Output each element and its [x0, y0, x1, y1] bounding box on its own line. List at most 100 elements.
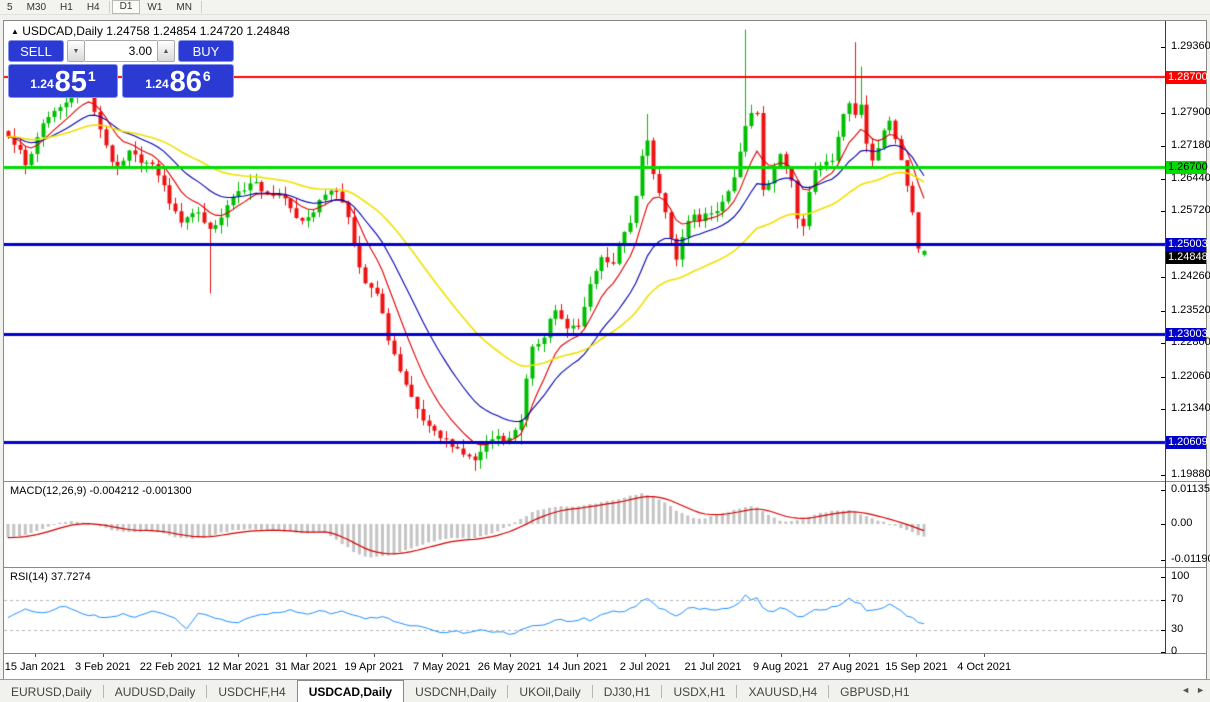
sell-price-main: 85: [54, 66, 87, 98]
tab-XAUUSD-H4[interactable]: XAUUSD,H4: [737, 680, 828, 702]
date-tick-mark: [780, 654, 782, 657]
buy-price-pip: 6: [202, 68, 211, 84]
time-axis-border: [4, 653, 1206, 654]
timeframe-button-MN[interactable]: MN: [169, 1, 199, 14]
macd-tick-mark: [1161, 559, 1165, 561]
buy-price-main: 86: [169, 66, 202, 98]
chart-window: ▲ USDCAD,Daily 1.24758 1.24854 1.24720 1…: [3, 20, 1210, 680]
rsi-tick-mark: [1161, 577, 1165, 578]
chart-tab-bar: ◄ ► EURUSD,Daily AUDUSD,Daily USDCHF,H4 USD…: [0, 679, 1210, 702]
price-tick-mark: [1161, 474, 1165, 476]
price-badge-126700: 1.26700: [1166, 161, 1208, 175]
date-tick-mark: [35, 654, 36, 657]
rsi-label: RSI(14) 37.7274: [10, 571, 91, 583]
macd-tick-mark: [1161, 490, 1165, 491]
date-label: 2 Jul 2021: [619, 661, 671, 673]
price-tick-mark: [1161, 113, 1165, 115]
price-tick-label: 1.27180: [1171, 138, 1210, 151]
date-label: 15 Jan 2021: [4, 661, 66, 673]
toolbar-separator: [108, 1, 110, 13]
panel-splitter-rsi[interactable]: [4, 567, 1206, 568]
price-tick-mark: [1161, 343, 1165, 345]
price-tick-label: 1.23520: [1171, 303, 1210, 316]
date-label: 15 Sep 2021: [885, 661, 948, 673]
price-tick-label: 1.29360: [1171, 40, 1210, 53]
price-tick-label: 1.19880: [1171, 467, 1210, 480]
volume-stepper: ▼ ▲: [67, 40, 175, 62]
price-tick-label: 1.22060: [1171, 369, 1210, 382]
date-tick-mark: [374, 654, 375, 657]
timeframe-button-M30[interactable]: M30: [20, 1, 53, 14]
date-label: 7 May 2021: [413, 661, 471, 673]
rsi-tick-mark: [1161, 599, 1165, 601]
tab-USDCNH-Daily[interactable]: USDCNH,Daily: [404, 680, 507, 702]
tab-USDX-H1[interactable]: USDX,H1: [662, 680, 736, 702]
sell-button[interactable]: SELL: [8, 40, 64, 62]
volume-input[interactable]: [85, 40, 157, 62]
chevron-down-icon: ▼: [72, 47, 80, 55]
sell-price-pip: 1: [87, 68, 96, 84]
date-tick-mark: [306, 654, 308, 657]
toolbar-separator: [200, 1, 202, 13]
chart-title: ▲ USDCAD,Daily 1.24758 1.24854 1.24720 1…: [11, 24, 290, 38]
date-label: 14 Jun 2021: [547, 661, 608, 673]
macd-tick-label: 0.00: [1171, 517, 1193, 529]
price-tick-mark: [1161, 145, 1165, 147]
panel-splitter-macd[interactable]: [4, 481, 1206, 482]
date-label: 27 Aug 2021: [817, 661, 880, 673]
chart-symbol-period: USDCAD,Daily: [22, 24, 103, 38]
date-label: 4 Oct 2021: [957, 661, 1012, 673]
price-tick-mark: [1161, 211, 1165, 213]
date-tick-mark: [238, 654, 240, 657]
tab-EURUSD-Daily[interactable]: EURUSD,Daily: [0, 680, 103, 702]
mt4-terminal: 5 M30 H1 H4 D1 W1 MN ▲ USDCAD,Daily 1.24758 1.…: [0, 0, 1210, 702]
date-label: 26 May 2021: [477, 661, 542, 673]
rsi-tick-label: 30: [1171, 622, 1184, 635]
date-tick-mark: [984, 654, 986, 657]
date-tick-mark: [509, 654, 511, 657]
timeframe-button-5[interactable]: 5: [0, 1, 20, 14]
timeframe-button-H1[interactable]: H1: [53, 1, 80, 14]
price-tick-label: 1.24260: [1171, 270, 1210, 283]
tab-USDCAD-Daily[interactable]: USDCAD,Daily: [296, 680, 405, 702]
tab-GBPUSD-H1[interactable]: GBPUSD,H1: [829, 680, 920, 702]
timeframe-button-H4[interactable]: H4: [80, 1, 107, 14]
date-tick-mark: [848, 654, 850, 657]
tab-UKOil-Daily[interactable]: UKOil,Daily: [508, 680, 591, 702]
date-label: 3 Feb 2021: [74, 661, 131, 673]
price-tick-label: 1.21340: [1171, 402, 1210, 414]
tab-AUDUSD-Daily[interactable]: AUDUSD,Daily: [104, 680, 207, 702]
rsi-indicator-canvas[interactable]: [4, 568, 1165, 653]
chart-expand-icon[interactable]: ▲: [11, 27, 19, 36]
timeframe-button-W1[interactable]: W1: [140, 1, 169, 14]
price-tick-mark: [1161, 409, 1165, 410]
price-badge-123003: 1.23003: [1166, 327, 1208, 341]
date-label: 19 Apr 2021: [344, 661, 404, 673]
price-badge-128700: 1.28700: [1166, 71, 1208, 84]
price-tick-label: 1.25720: [1171, 204, 1210, 217]
date-label: 9 Aug 2021: [752, 661, 809, 673]
chart-ohlc-values: 1.24758 1.24854 1.24720 1.24848: [106, 24, 290, 38]
rsi-tick-mark: [1161, 652, 1165, 653]
buy-price-display[interactable]: 1.24 86 6: [122, 64, 234, 98]
price-tick-mark: [1161, 47, 1165, 49]
date-label: 22 Feb 2021: [139, 661, 202, 673]
volume-decrease-button[interactable]: ▼: [67, 40, 85, 62]
price-tick-mark: [1161, 376, 1165, 378]
buy-button[interactable]: BUY: [178, 40, 234, 62]
sell-price-display[interactable]: 1.24 85 1: [8, 64, 118, 98]
date-label: 31 Mar 2021: [275, 661, 338, 673]
rsi-tick-label: 70: [1171, 592, 1184, 605]
rsi-tick-label: 100: [1171, 570, 1190, 582]
tab-scroll-left-icon[interactable]: ◄: [1181, 685, 1190, 695]
volume-increase-button[interactable]: ▲: [157, 40, 175, 62]
tab-USDCHF-H4[interactable]: USDCHF,H4: [207, 680, 296, 702]
tab-scroll-right-icon[interactable]: ►: [1196, 685, 1205, 695]
rsi-tick-mark: [1161, 629, 1165, 631]
macd-tick-label: 0.01135: [1171, 483, 1210, 495]
tab-DJ30-H1[interactable]: DJ30,H1: [593, 680, 662, 702]
price-tick-label: 1.27900: [1171, 106, 1210, 119]
timeframe-button-D1[interactable]: D1: [111, 0, 141, 14]
timeframe-toolbar: 5 M30 H1 H4 D1 W1 MN: [0, 0, 1210, 15]
date-tick-mark: [713, 654, 714, 657]
